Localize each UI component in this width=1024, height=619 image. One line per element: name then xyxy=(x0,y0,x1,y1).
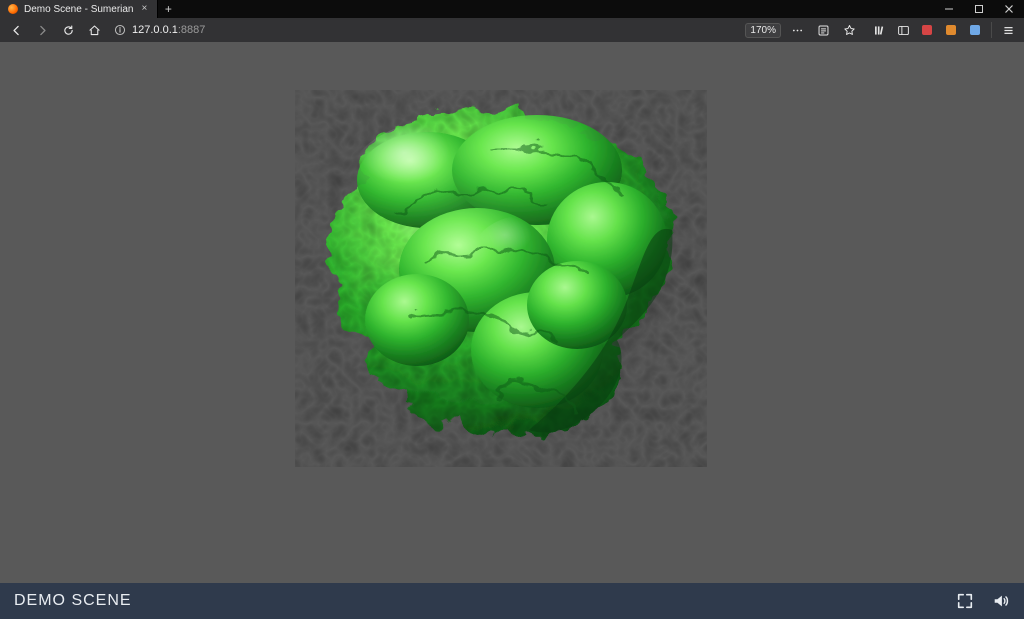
site-info-icon xyxy=(114,24,126,36)
extension-red-icon xyxy=(922,25,932,35)
app-menu-button[interactable] xyxy=(998,20,1018,40)
reload-icon xyxy=(62,24,75,37)
toolbar-divider xyxy=(991,22,992,38)
back-icon xyxy=(10,24,23,37)
bottombar-controls xyxy=(956,592,1010,610)
extension-blue-button[interactable] xyxy=(965,20,985,40)
new-tab-icon: + xyxy=(165,2,172,16)
nav-forward-button[interactable] xyxy=(32,20,52,40)
library-icon xyxy=(873,24,886,37)
zoom-indicator[interactable]: 170% xyxy=(745,23,781,38)
volume-icon xyxy=(992,592,1010,610)
browser-tab[interactable]: Demo Scene - Sumerian × xyxy=(0,0,158,18)
window-close-button[interactable] xyxy=(994,0,1024,18)
bookmark-button[interactable] xyxy=(839,20,859,40)
window-close-icon xyxy=(1004,4,1014,14)
library-button[interactable] xyxy=(869,20,889,40)
extension-red-button[interactable] xyxy=(917,20,937,40)
extension-orange-button[interactable] xyxy=(941,20,961,40)
reader-view-icon xyxy=(817,24,830,37)
new-tab-button[interactable]: + xyxy=(158,0,178,18)
url-bar[interactable]: 127.0.0.1:8887 170% xyxy=(110,20,863,40)
nav-home-button[interactable] xyxy=(84,20,104,40)
titlebar-drag-area[interactable] xyxy=(178,0,934,18)
url-text: 127.0.0.1:8887 xyxy=(132,24,739,36)
window-minimize-icon xyxy=(944,4,954,14)
url-host: 127.0.0.1 xyxy=(132,24,178,36)
window-maximize-button[interactable] xyxy=(964,0,994,18)
window-minimize-button[interactable] xyxy=(934,0,964,18)
fullscreen-icon xyxy=(956,592,974,610)
tab-title: Demo Scene - Sumerian xyxy=(24,4,134,15)
window-controls xyxy=(934,0,1024,18)
demo-brain-mesh xyxy=(277,90,707,470)
sumerian-favicon xyxy=(8,4,18,14)
sidebar-button[interactable] xyxy=(893,20,913,40)
volume-button[interactable] xyxy=(992,592,1010,610)
url-rest: :8887 xyxy=(178,24,206,36)
extension-blue-icon xyxy=(970,25,980,35)
hamburger-menu-icon xyxy=(1002,24,1015,37)
nav-back-button[interactable] xyxy=(6,20,26,40)
toolbar-right xyxy=(869,20,1018,40)
forward-icon xyxy=(36,24,49,37)
brain-mesh-svg xyxy=(277,90,707,470)
bookmark-star-icon xyxy=(843,24,856,37)
window-titlebar: Demo Scene - Sumerian × + xyxy=(0,0,1024,18)
site-info-button[interactable] xyxy=(114,24,126,36)
fullscreen-button[interactable] xyxy=(956,592,974,610)
nav-reload-button[interactable] xyxy=(58,20,78,40)
home-icon xyxy=(88,24,101,37)
reader-view-button[interactable] xyxy=(813,20,833,40)
scene-title: DEMO SCENE xyxy=(14,592,132,610)
page-actions-icon xyxy=(791,24,804,37)
extension-orange-icon xyxy=(946,25,956,35)
viewport-3d[interactable] xyxy=(0,42,1024,583)
tab-close-icon[interactable]: × xyxy=(140,4,150,14)
tab-strip: Demo Scene - Sumerian × + xyxy=(0,0,178,18)
page-actions-button[interactable] xyxy=(787,20,807,40)
browser-toolbar: 127.0.0.1:8887 170% xyxy=(0,18,1024,42)
sidebar-icon xyxy=(897,24,910,37)
scene-bottombar: DEMO SCENE xyxy=(0,583,1024,619)
window-maximize-icon xyxy=(974,4,984,14)
